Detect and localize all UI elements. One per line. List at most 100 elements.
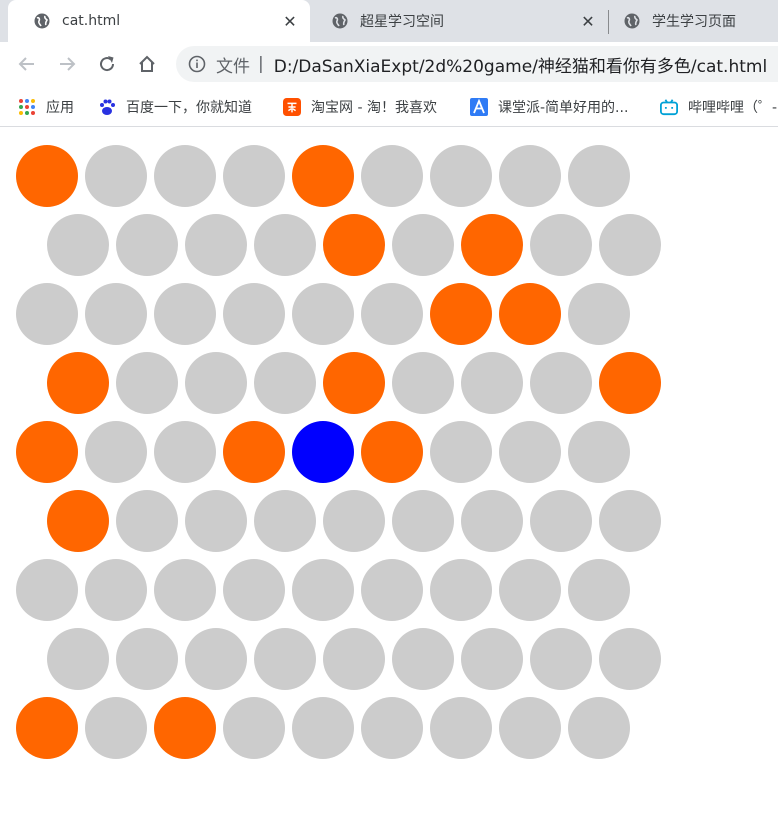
empty-cell[interactable] <box>223 145 285 207</box>
empty-cell[interactable] <box>292 283 354 345</box>
empty-cell[interactable] <box>392 352 454 414</box>
blocked-cell[interactable] <box>292 145 354 207</box>
empty-cell[interactable] <box>430 559 492 621</box>
empty-cell[interactable] <box>530 490 592 552</box>
empty-cell[interactable] <box>361 283 423 345</box>
empty-cell[interactable] <box>16 559 78 621</box>
reload-button[interactable] <box>93 50 121 78</box>
bookmark-apps[interactable]: 应用 <box>18 95 74 119</box>
cat-cell[interactable] <box>292 421 354 483</box>
empty-cell[interactable] <box>599 628 661 690</box>
empty-cell[interactable] <box>254 628 316 690</box>
empty-cell[interactable] <box>223 559 285 621</box>
empty-cell[interactable] <box>530 214 592 276</box>
empty-cell[interactable] <box>392 214 454 276</box>
empty-cell[interactable] <box>530 352 592 414</box>
empty-cell[interactable] <box>499 145 561 207</box>
empty-cell[interactable] <box>499 559 561 621</box>
blocked-cell[interactable] <box>154 697 216 759</box>
tab-chaoxing[interactable]: 超星学习空间 ✕ <box>306 0 608 42</box>
empty-cell[interactable] <box>116 628 178 690</box>
empty-cell[interactable] <box>223 697 285 759</box>
tab-cat-html[interactable]: cat.html ✕ <box>8 0 310 42</box>
blocked-cell[interactable] <box>16 697 78 759</box>
address-bar[interactable]: 文件 | D:/DaSanXiaExpt/2d%20game/神经猫和看你有多色… <box>176 46 778 82</box>
blocked-cell[interactable] <box>223 421 285 483</box>
empty-cell[interactable] <box>154 283 216 345</box>
empty-cell[interactable] <box>430 421 492 483</box>
blocked-cell[interactable] <box>461 214 523 276</box>
empty-cell[interactable] <box>461 490 523 552</box>
empty-cell[interactable] <box>116 490 178 552</box>
blocked-cell[interactable] <box>47 352 109 414</box>
empty-cell[interactable] <box>85 421 147 483</box>
empty-cell[interactable] <box>185 352 247 414</box>
empty-cell[interactable] <box>361 697 423 759</box>
empty-cell[interactable] <box>599 490 661 552</box>
empty-cell[interactable] <box>116 214 178 276</box>
empty-cell[interactable] <box>154 421 216 483</box>
blocked-cell[interactable] <box>47 490 109 552</box>
empty-cell[interactable] <box>185 214 247 276</box>
empty-cell[interactable] <box>430 145 492 207</box>
blocked-cell[interactable] <box>323 352 385 414</box>
empty-cell[interactable] <box>361 559 423 621</box>
empty-cell[interactable] <box>568 697 630 759</box>
empty-cell[interactable] <box>568 421 630 483</box>
forward-button[interactable] <box>53 50 81 78</box>
bookmark-taobao[interactable]: 淘宝网 - 淘！我喜欢 <box>283 95 437 119</box>
empty-cell[interactable] <box>254 352 316 414</box>
empty-cell[interactable] <box>430 697 492 759</box>
empty-cell[interactable] <box>530 628 592 690</box>
empty-cell[interactable] <box>361 145 423 207</box>
blocked-cell[interactable] <box>16 421 78 483</box>
bookmark-bilibili[interactable]: 哔哩哔哩（゜- <box>660 95 777 119</box>
cat-game-board <box>0 128 778 835</box>
empty-cell[interactable] <box>223 283 285 345</box>
empty-cell[interactable] <box>499 421 561 483</box>
empty-cell[interactable] <box>154 145 216 207</box>
empty-cell[interactable] <box>392 628 454 690</box>
empty-cell[interactable] <box>16 283 78 345</box>
bookmark-baidu[interactable]: 百度一下，你就知道 <box>98 95 252 119</box>
empty-cell[interactable] <box>392 490 454 552</box>
empty-cell[interactable] <box>568 145 630 207</box>
tab-student-study[interactable]: 学生学习页面 <box>598 0 778 42</box>
empty-cell[interactable] <box>154 559 216 621</box>
empty-cell[interactable] <box>85 559 147 621</box>
blocked-cell[interactable] <box>16 145 78 207</box>
empty-cell[interactable] <box>254 490 316 552</box>
empty-cell[interactable] <box>461 352 523 414</box>
empty-cell[interactable] <box>599 214 661 276</box>
empty-cell[interactable] <box>185 628 247 690</box>
bookmark-ketangpai[interactable]: 课堂派-简单好用的... <box>470 95 628 119</box>
back-button[interactable] <box>13 50 41 78</box>
blocked-cell[interactable] <box>499 283 561 345</box>
empty-cell[interactable] <box>292 559 354 621</box>
home-button[interactable] <box>133 50 161 78</box>
info-icon[interactable] <box>188 55 206 73</box>
empty-cell[interactable] <box>568 559 630 621</box>
empty-cell[interactable] <box>47 214 109 276</box>
url-text[interactable]: D:/DaSanXiaExpt/2d%20game/神经猫和看你有多色/cat.… <box>274 52 767 77</box>
empty-cell[interactable] <box>47 628 109 690</box>
toolbar: 文件 | D:/DaSanXiaExpt/2d%20game/神经猫和看你有多色… <box>0 42 778 88</box>
close-icon[interactable]: ✕ <box>280 11 300 31</box>
empty-cell[interactable] <box>85 283 147 345</box>
empty-cell[interactable] <box>568 283 630 345</box>
empty-cell[interactable] <box>85 697 147 759</box>
empty-cell[interactable] <box>323 490 385 552</box>
empty-cell[interactable] <box>461 628 523 690</box>
empty-cell[interactable] <box>185 490 247 552</box>
blocked-cell[interactable] <box>323 214 385 276</box>
blocked-cell[interactable] <box>430 283 492 345</box>
empty-cell[interactable] <box>116 352 178 414</box>
empty-cell[interactable] <box>499 697 561 759</box>
empty-cell[interactable] <box>292 697 354 759</box>
empty-cell[interactable] <box>85 145 147 207</box>
close-icon[interactable]: ✕ <box>578 11 598 31</box>
blocked-cell[interactable] <box>361 421 423 483</box>
blocked-cell[interactable] <box>599 352 661 414</box>
empty-cell[interactable] <box>254 214 316 276</box>
empty-cell[interactable] <box>323 628 385 690</box>
